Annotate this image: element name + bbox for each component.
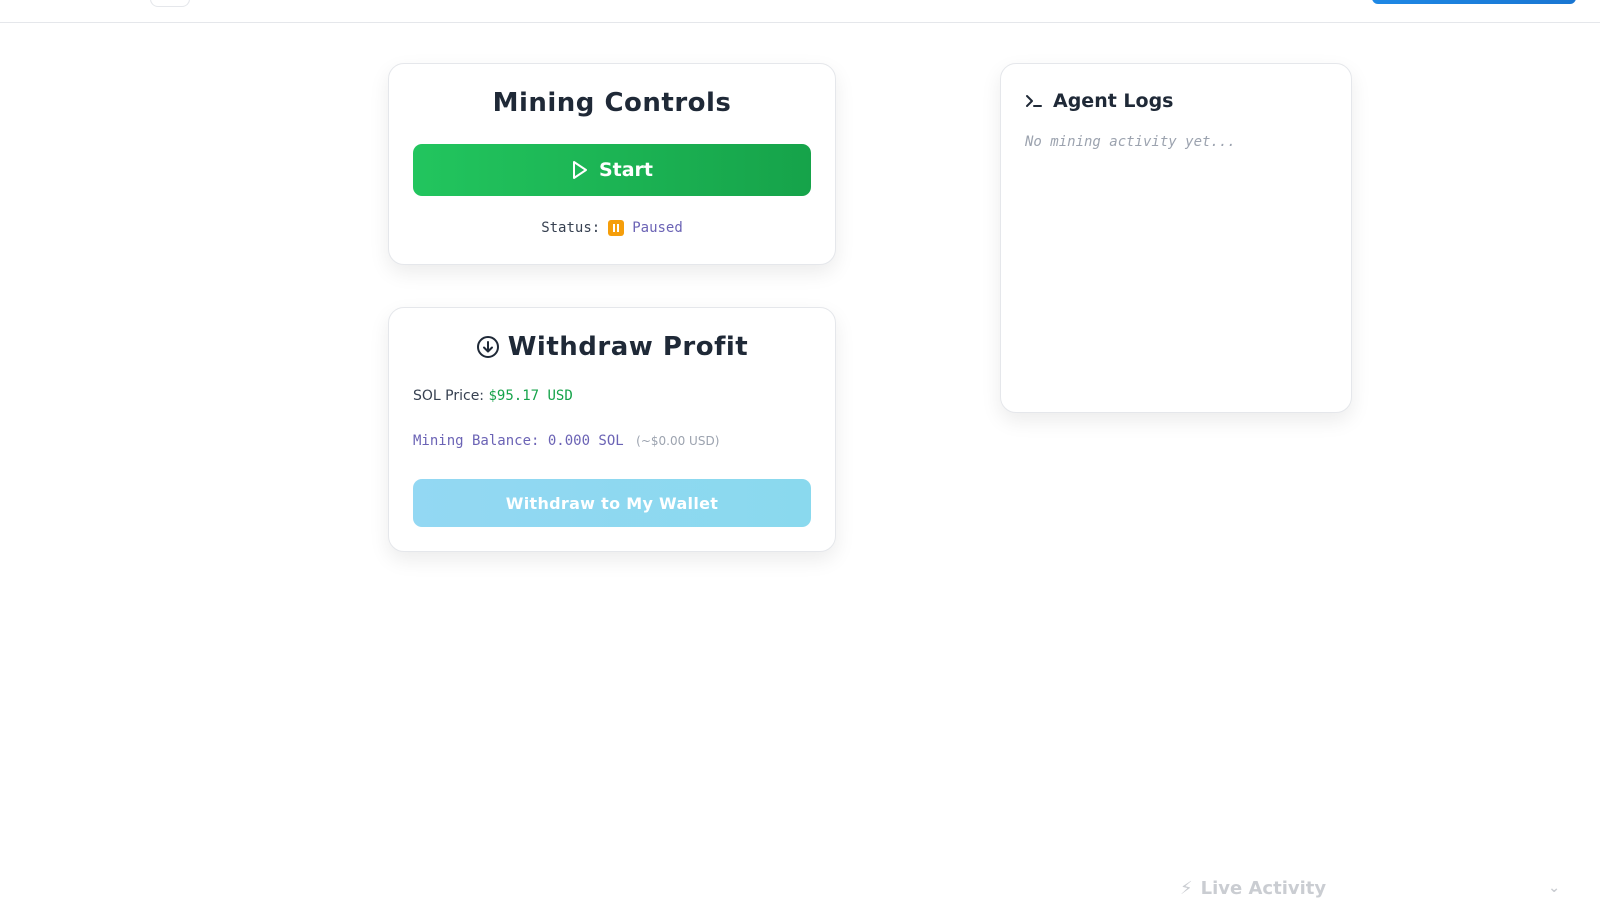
withdraw-to-wallet-button[interactable]: Withdraw to My Wallet	[413, 479, 811, 527]
sol-price-label: SOL Price:	[413, 388, 485, 404]
mining-balance-row: Mining Balance: 0.000 SOL (~$0.00 USD)	[413, 433, 719, 449]
agent-logs-header: Agent Logs	[1025, 90, 1174, 112]
agent-logs-title: Agent Logs	[1053, 90, 1174, 112]
agent-logs-card: Agent Logs No mining activity yet...	[1000, 63, 1352, 413]
chevron-down-icon: ⌄	[1548, 880, 1560, 896]
mining-controls-title: Mining Controls	[492, 88, 732, 118]
sol-price-row: SOL Price: $95.17 USD	[413, 388, 573, 404]
arrow-down-circle-icon	[476, 336, 499, 358]
start-mining-button[interactable]: Start	[413, 144, 811, 196]
logs-empty-message: No mining activity yet...	[1025, 134, 1236, 150]
play-icon	[572, 161, 587, 179]
mining-balance-value: Mining Balance: 0.000 SOL	[413, 433, 624, 449]
start-button-label: Start	[598, 159, 654, 181]
pause-icon	[608, 220, 625, 236]
sol-price-value: $95.17 USD	[488, 388, 573, 404]
live-activity-label: Live Activity	[1200, 877, 1327, 899]
status-value: Paused	[632, 220, 683, 236]
withdraw-profit-title: Withdraw Profit	[389, 332, 835, 362]
terminal-icon	[1026, 95, 1042, 107]
mining-status: Status: Paused	[389, 220, 835, 236]
status-label: Status:	[541, 220, 601, 236]
withdraw-profit-card: Withdraw Profit SOL Price: $95.17 USD Mi…	[388, 307, 836, 552]
live-activity-toggle[interactable]: ⚡ Live Activity ⌄	[1180, 876, 1560, 900]
withdraw-title-text: Withdraw Profit	[507, 332, 749, 362]
nav-icon-button[interactable]	[150, 0, 190, 7]
top-navbar	[0, 0, 1600, 23]
mining-controls-card: Mining Controls Start Status: Paused	[388, 63, 836, 265]
lightning-icon: ⚡	[1180, 877, 1193, 899]
mining-balance-usd: (~$0.00 USD)	[636, 434, 720, 448]
connect-wallet-button[interactable]	[1372, 0, 1576, 4]
